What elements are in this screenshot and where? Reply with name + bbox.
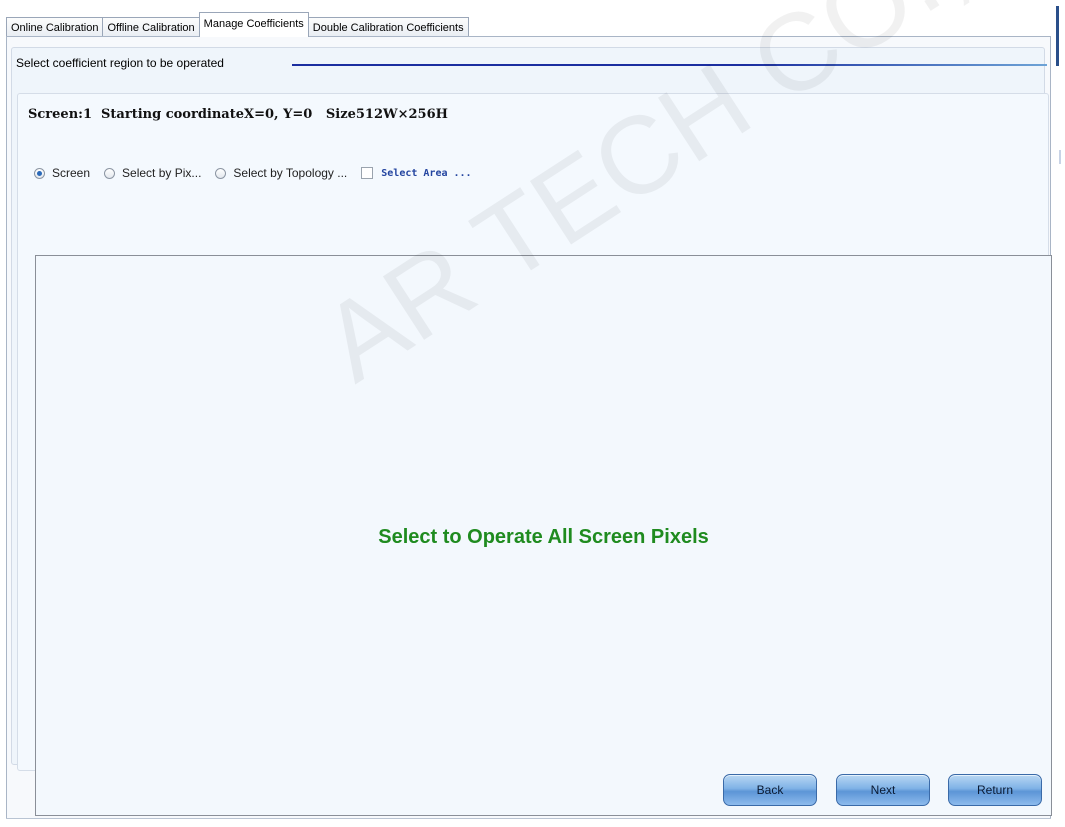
tab-panel: Select coefficient region to be operated… — [6, 36, 1052, 819]
bottom-separator — [6, 818, 1051, 819]
tab-manage-coefficients[interactable]: Manage Coefficients — [198, 12, 309, 37]
next-button[interactable]: Next — [836, 774, 930, 806]
operate-all-pixels-message: Select to Operate All Screen Pixels — [378, 526, 709, 548]
select-by-topology-radio-option[interactable]: Select by Topology ... — [215, 166, 347, 180]
region-settings-box: Screen:1 Starting coordinateX=0, Y=0 Siz… — [17, 93, 1052, 816]
radio-unchecked-icon[interactable] — [104, 167, 116, 179]
group-title: Select coefficient region to be operated — [16, 56, 228, 70]
checkbox-icon[interactable] — [361, 167, 374, 179]
tab-offline-calibration[interactable]: Offline Calibration — [102, 17, 200, 37]
select-by-topology-label: Select by Topology ... — [233, 166, 348, 180]
screen-info-text: Screen:1 Starting coordinateX=0, Y=0 Siz… — [28, 107, 448, 122]
window-edge — [1056, 6, 1059, 66]
radio-checked-icon[interactable] — [34, 167, 45, 179]
select-by-pixel-label: Select by Pix... — [122, 166, 202, 180]
group-title-line — [292, 64, 1047, 66]
select-area-checkbox-option[interactable]: Select Area ... — [361, 167, 472, 179]
return-button[interactable]: Return — [948, 774, 1042, 806]
screen-radio-label: Screen — [52, 166, 91, 180]
select-area-label[interactable]: Select Area ... — [381, 168, 471, 179]
tab-double-calibration-coefficients[interactable]: Double Calibration Coefficients — [307, 17, 469, 37]
tab-online-calibration[interactable]: Online Calibration — [6, 17, 104, 37]
region-group-box: Select coefficient region to be operated… — [11, 47, 1052, 816]
region-preview-canvas[interactable]: Select to Operate All Screen Pixels — [35, 255, 1052, 816]
screen-radio-option[interactable]: Screen — [34, 166, 90, 180]
calibration-window: Online Calibration Offline Calibration M… — [0, 0, 1065, 827]
region-options: Screen Select by Pix... Select by Topolo… — [34, 164, 486, 182]
back-button[interactable]: Back — [723, 774, 817, 806]
tab-bar: Online Calibration Offline Calibration M… — [6, 11, 469, 37]
radio-unchecked-icon[interactable] — [215, 167, 227, 179]
window-edge-mark — [1059, 150, 1061, 164]
select-by-pixel-radio-option[interactable]: Select by Pix... — [104, 166, 201, 180]
